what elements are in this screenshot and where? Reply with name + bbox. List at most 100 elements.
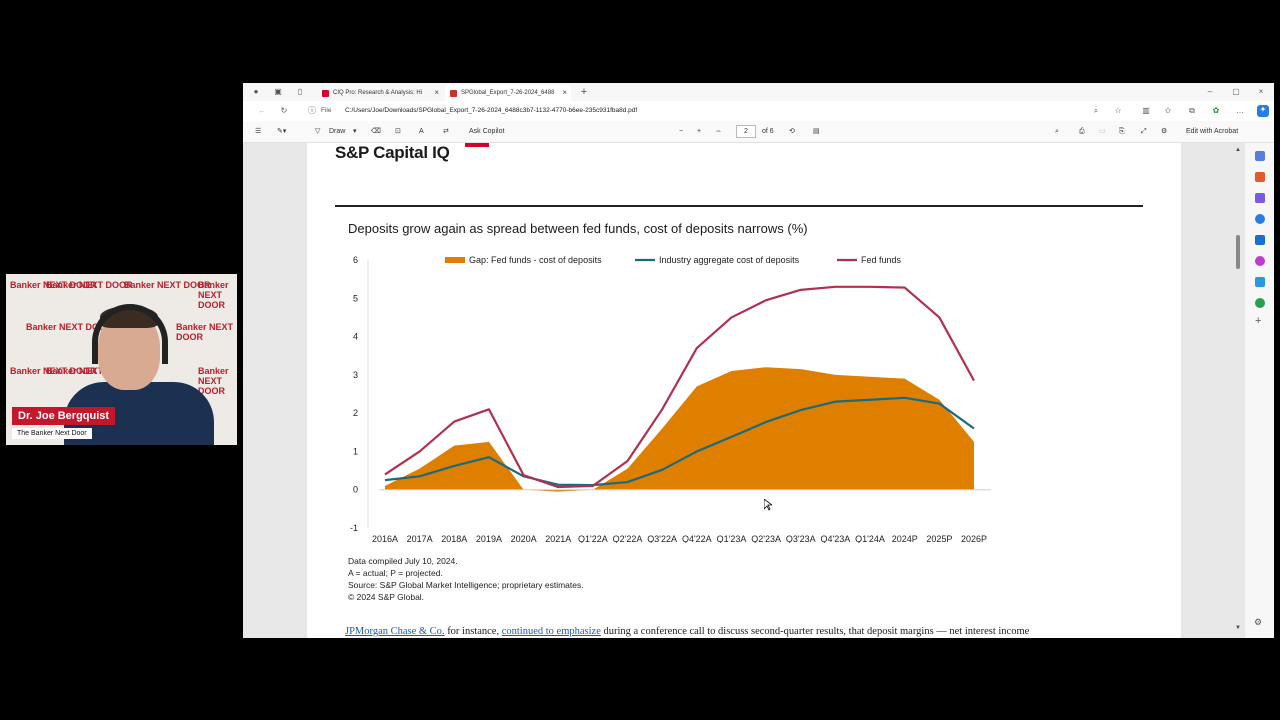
favorites-icon[interactable]: ✩ bbox=[1163, 106, 1173, 116]
mouse-cursor-icon bbox=[764, 499, 772, 511]
maximize-icon[interactable]: ▢ bbox=[1231, 87, 1241, 97]
zoom-in-button[interactable]: + bbox=[697, 126, 701, 138]
tab-label: CIQ Pro: Research & Analysis: Hi bbox=[333, 90, 423, 96]
tab-bar: ● ▣ ▯ CIQ Pro: Research & Analysis: Hi ×… bbox=[243, 83, 1274, 101]
draw-icon[interactable]: ▽ bbox=[315, 126, 320, 138]
edit-with-acrobat-button[interactable]: Edit with Acrobat bbox=[1186, 126, 1238, 138]
rotate-icon[interactable]: ⟲ bbox=[789, 126, 795, 138]
tag-icon[interactable] bbox=[1255, 151, 1265, 161]
settings-gear-icon[interactable]: ⚙ bbox=[1161, 126, 1167, 138]
page-view-icon[interactable]: ▤ bbox=[813, 126, 820, 138]
chart-note: Source: S&P Global Market Intelligence; … bbox=[348, 580, 584, 590]
presenter-name: Dr. Joe Bergquist bbox=[12, 407, 116, 425]
erase-icon[interactable]: ⌫ bbox=[371, 126, 381, 138]
contents-icon[interactable]: ☰ bbox=[255, 126, 261, 138]
tab-spglobal-export[interactable]: SPGlobal_Export_7-26-2024_6488 × bbox=[445, 85, 571, 101]
collections-icon[interactable]: ⧉ bbox=[1187, 106, 1197, 116]
x-tick-label: Q1'22A bbox=[578, 534, 608, 543]
fullscreen-icon[interactable]: ⤢ bbox=[1141, 126, 1147, 138]
profile-icon[interactable]: ● bbox=[251, 87, 261, 97]
legend-swatch bbox=[445, 257, 465, 263]
header-divider bbox=[335, 205, 1143, 207]
y-tick-label: -1 bbox=[350, 523, 358, 533]
sidebar-settings-icon[interactable]: ⚙ bbox=[1254, 617, 1262, 628]
scroll-up-icon[interactable]: ▲ bbox=[1235, 147, 1241, 153]
outlook-icon[interactable] bbox=[1255, 235, 1265, 245]
split-screen-icon[interactable]: ▥ bbox=[1141, 106, 1151, 116]
y-tick-label: 2 bbox=[353, 408, 358, 418]
legend-label: Fed funds bbox=[861, 255, 902, 265]
screen: Banker NEXT DOOR Banker NEXT DOOR Banker… bbox=[0, 0, 1280, 720]
browser-window: ● ▣ ▯ CIQ Pro: Research & Analysis: Hi ×… bbox=[243, 83, 1274, 638]
y-tick-label: 5 bbox=[353, 293, 358, 303]
extension-sidebar-icon[interactable] bbox=[1255, 298, 1265, 308]
ask-copilot-button[interactable]: Ask Copilot bbox=[469, 126, 504, 138]
shopping-icon[interactable] bbox=[1255, 214, 1265, 224]
designer-icon[interactable] bbox=[1255, 256, 1265, 266]
back-icon[interactable]: ← bbox=[257, 106, 267, 116]
legend-label: Industry aggregate cost of deposits bbox=[659, 255, 800, 265]
draw-button[interactable]: Draw bbox=[329, 126, 345, 138]
backdrop-logo: Banker NEXT DOOR bbox=[176, 322, 234, 342]
copilot-icon[interactable]: ✦ bbox=[1257, 105, 1269, 117]
close-window-icon[interactable]: × bbox=[1256, 87, 1266, 97]
fit-page-icon[interactable]: ⇔ bbox=[715, 126, 722, 138]
refresh-icon[interactable]: ↻ bbox=[279, 106, 289, 116]
backdrop-logo: Banker NEXT DOOR bbox=[198, 366, 229, 396]
y-tick-label: 6 bbox=[353, 255, 358, 265]
highlight-icon[interactable]: ✎▾ bbox=[277, 126, 286, 138]
pdf-viewer[interactable]: S&P Capital IQ Deposits grow again as sp… bbox=[243, 143, 1244, 638]
zoom-out-button[interactable]: − bbox=[679, 126, 683, 138]
y-tick-label: 4 bbox=[353, 332, 358, 342]
jpmorgan-link[interactable]: JPMorgan Chase & Co. bbox=[345, 626, 445, 637]
emphasize-link[interactable]: continued to emphasize bbox=[502, 626, 601, 637]
logo-accent-bar bbox=[465, 143, 489, 147]
x-tick-label: 2025P bbox=[926, 534, 952, 543]
x-tick-label: Q2'23A bbox=[751, 534, 781, 543]
url-field[interactable]: C:/Users/Joe/Downloads/SPGlobal_Export_7… bbox=[345, 104, 1145, 118]
scroll-down-icon[interactable]: ▼ bbox=[1235, 625, 1241, 631]
x-tick-label: 2026P bbox=[961, 534, 987, 543]
legend-label: Gap: Fed funds - cost of deposits bbox=[469, 255, 602, 265]
add-text-icon[interactable]: ⊡ bbox=[395, 126, 401, 138]
favorite-star-icon[interactable]: ☆ bbox=[1113, 106, 1123, 116]
workspaces-icon[interactable]: ▣ bbox=[273, 87, 283, 97]
x-tick-label: 2020A bbox=[511, 534, 537, 543]
paragraph-text: for instance, bbox=[444, 626, 502, 637]
more-menu-icon[interactable]: … bbox=[1235, 106, 1245, 116]
save-as-icon[interactable]: ⎘ bbox=[1119, 126, 1125, 138]
close-tab-icon[interactable]: × bbox=[562, 85, 567, 101]
save-icon[interactable]: ▭ bbox=[1099, 126, 1106, 138]
games-icon[interactable] bbox=[1255, 193, 1265, 203]
y-tick-label: 1 bbox=[353, 446, 358, 456]
x-tick-label: 2018A bbox=[441, 534, 467, 543]
minimize-icon[interactable]: – bbox=[1205, 87, 1215, 97]
page-number-input[interactable]: 2 bbox=[736, 125, 756, 138]
word-icon[interactable] bbox=[1255, 277, 1265, 287]
info-icon[interactable]: ⓘ bbox=[307, 106, 317, 116]
x-tick-label: Q2'22A bbox=[613, 534, 643, 543]
scroll-thumb[interactable] bbox=[1236, 235, 1240, 269]
draw-dropdown-icon[interactable]: ▾ bbox=[353, 126, 357, 138]
tab-ciq-pro[interactable]: CIQ Pro: Research & Analysis: Hi × bbox=[317, 85, 443, 101]
tools-icon[interactable] bbox=[1255, 172, 1265, 182]
new-tab-button[interactable]: + bbox=[579, 87, 589, 98]
x-tick-label: 2016A bbox=[372, 534, 398, 543]
x-tick-label: Q1'23A bbox=[717, 534, 747, 543]
x-tick-label: Q3'22A bbox=[647, 534, 677, 543]
translate-icon[interactable]: ⇄ bbox=[443, 126, 449, 138]
pdf-toolbar: ☰ ✎▾ ▽ Draw ▾ ⌫ ⊡ A ⇄ Ask Copilot − + ⇔ … bbox=[243, 121, 1274, 143]
read-aloud-icon[interactable]: A bbox=[419, 126, 424, 138]
backdrop-logo: Banker NEXT DOOR bbox=[198, 280, 229, 310]
chart-title: Deposits grow again as spread between fe… bbox=[348, 221, 808, 236]
zoom-icon[interactable]: ⌕ bbox=[1091, 106, 1101, 116]
tab-actions-icon[interactable]: ▯ bbox=[295, 87, 305, 97]
print-icon[interactable]: ⎙ bbox=[1079, 126, 1085, 138]
backdrop-logo: Banker NEXT DOOR bbox=[46, 280, 133, 290]
search-icon[interactable]: ⌕ bbox=[1055, 126, 1059, 138]
close-tab-icon[interactable]: × bbox=[434, 85, 439, 101]
pdf-scrollbar[interactable]: ▲ ▼ bbox=[1232, 143, 1244, 638]
x-tick-label: 2021A bbox=[545, 534, 571, 543]
extension-icon[interactable]: ✿ bbox=[1211, 106, 1221, 116]
add-sidebar-app-icon[interactable]: + bbox=[1255, 315, 1261, 327]
